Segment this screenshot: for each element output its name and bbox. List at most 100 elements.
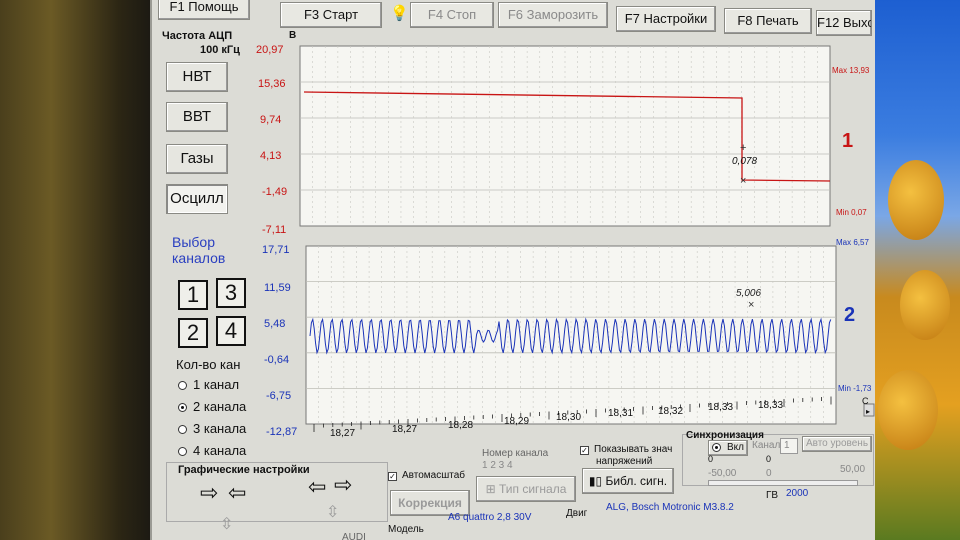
- arrow-right-icon[interactable]: ⇨: [334, 474, 352, 496]
- library-icon: ▮▯: [588, 474, 606, 488]
- year-value: 2000: [786, 488, 809, 499]
- bottom-panel: Графические настройки ⇨ ⇦ ⇦ ⇨ ⇳ ⇳ ✓ Авто…: [152, 430, 875, 540]
- arrow-up-down-icon[interactable]: ⇳: [326, 502, 339, 524]
- x-tick-label: 18,33: [758, 400, 784, 411]
- room-background: [0, 0, 170, 540]
- x-tick-label: 18,27: [392, 424, 418, 435]
- channel-button-1[interactable]: 1: [178, 280, 208, 310]
- plot2-min-label: Min -1,73: [838, 384, 872, 393]
- show-voltage-checkbox[interactable]: ✓: [580, 446, 589, 455]
- plot1-min-label: Min 0,07: [836, 208, 867, 217]
- auto-level-button[interactable]: Авто уровень: [802, 436, 872, 452]
- plots-area: В 20,97 15,36 9,74 4,13 -1,49 -7,11 17,7…: [252, 28, 875, 448]
- plot1-marker-value: 0,078: [732, 156, 758, 167]
- arrow-up-down-icon[interactable]: ⇳: [220, 514, 233, 536]
- arrow-right-icon[interactable]: ⇨: [200, 482, 218, 504]
- oscilloscope-window: F1 Помощь F3 Старт 💡 F4 Стоп F6 Заморози…: [150, 0, 875, 540]
- radio-circle: [178, 447, 187, 457]
- flower-image: [900, 270, 950, 340]
- radio-label: 2 канала: [193, 399, 247, 414]
- level-slider[interactable]: [708, 480, 858, 486]
- adc-frequency-value: 100 кГц: [200, 44, 240, 56]
- chevron-right-icon: ▸: [866, 407, 870, 416]
- x-tick-label: 18,29: [504, 416, 530, 427]
- level-min-value: -50,00: [708, 468, 737, 479]
- oscilloscope-plots[interactable]: + × × ▸: [252, 28, 875, 448]
- x-tick-label: 18,32: [658, 406, 684, 417]
- radio-label: 4 канала: [193, 443, 247, 458]
- channel-button-3[interactable]: 3: [216, 278, 246, 308]
- x-tick-label: 18,33: [708, 402, 734, 413]
- engine-value: ALG, Bosch Motronic M3.8.2: [606, 502, 734, 513]
- plot2-marker-x: ×: [748, 299, 754, 311]
- radio-circle-checked: [178, 403, 187, 413]
- graphic-settings-label: Графические настройки: [178, 464, 310, 476]
- freeze-button[interactable]: F6 Заморозить: [498, 2, 608, 28]
- model-label: Модель: [388, 524, 424, 535]
- radio-label: 3 канала: [193, 421, 247, 436]
- library-label: Библ. сигн.: [605, 474, 668, 488]
- sync-on-label: Вкл: [727, 442, 744, 453]
- autoscale-checkbox[interactable]: ✓: [388, 472, 397, 481]
- mode-button-vvt[interactable]: ВВТ: [166, 102, 228, 132]
- channel-number-label: Номер канала: [482, 448, 549, 459]
- level-mid-value: 0: [766, 468, 772, 479]
- channel-button-4[interactable]: 4: [216, 316, 246, 346]
- mode-button-nvt[interactable]: НВТ: [166, 62, 228, 92]
- sync-on-button[interactable]: Вкл: [708, 440, 748, 456]
- left-panel: Частота АЦП 100 кГц НВТ ВВТ Газы Осцилл …: [160, 30, 260, 460]
- radio-4-channels[interactable]: 4 канала: [178, 443, 246, 458]
- arrow-left-icon[interactable]: ⇦: [228, 482, 246, 504]
- level-max-value: 50,00: [840, 464, 866, 475]
- stop-button[interactable]: F4 Стоп: [410, 2, 494, 28]
- plot1-max-label: Max 13,93: [832, 66, 870, 75]
- slider-end-value: 0: [766, 454, 772, 464]
- radio-label: 1 канал: [193, 377, 240, 392]
- channel-number-digits[interactable]: 1 2 3 4: [482, 460, 513, 471]
- radio-circle-checked: [712, 442, 721, 452]
- channel-select-label-2: каналов: [172, 250, 226, 266]
- waveform-icon: ⊞: [485, 482, 499, 496]
- sync-channel-select[interactable]: 1: [780, 438, 798, 454]
- radio-circle: [178, 381, 187, 391]
- library-button[interactable]: ▮▯ Библ. сигн.: [582, 468, 674, 494]
- engine-label: Двиг: [566, 508, 588, 519]
- flower-image: [888, 160, 944, 240]
- x-tick-label: 18,28: [448, 420, 474, 431]
- bulb-icon: 💡: [390, 5, 409, 22]
- radio-3-channels[interactable]: 3 канала: [178, 421, 246, 436]
- plot2-channel-number: 2: [844, 304, 856, 326]
- channel-count-title: Кол-во кан: [176, 357, 241, 372]
- x-tick-label: 18,30: [556, 412, 582, 423]
- signal-type-button[interactable]: ⊞ Тип сигнала: [476, 476, 576, 502]
- radio-1-channel[interactable]: 1 канал: [178, 377, 239, 392]
- channel-button-2[interactable]: 2: [178, 318, 208, 348]
- adc-frequency-label: Частота АЦП: [162, 30, 233, 42]
- mode-button-gases[interactable]: Газы: [166, 144, 228, 174]
- model-value: A6 quattro 2,8 30V: [448, 512, 532, 523]
- mode-button-oscill[interactable]: Осцилл: [166, 184, 228, 214]
- start-button[interactable]: F3 Старт: [280, 2, 382, 28]
- x-tick-label: 18,31: [608, 408, 634, 419]
- flower-image: [878, 370, 938, 450]
- plot1-cursor-mark: +: [740, 142, 746, 154]
- autoscale-label: Автомасштаб: [402, 470, 466, 481]
- plot2-marker-value: 5,006: [736, 288, 762, 299]
- plot1-channel-number: 1: [842, 130, 854, 152]
- show-voltage-label: Показывать знач: [594, 444, 673, 455]
- help-button[interactable]: F1 Помощь: [158, 0, 250, 20]
- slider-start-value: 0: [708, 454, 714, 464]
- show-voltage-label-2: напряжений: [596, 456, 653, 467]
- x-axis-unit: С: [862, 396, 869, 406]
- x-tick-label: 18,27: [330, 428, 356, 439]
- year-label: ГВ: [766, 490, 779, 501]
- brand-value: AUDI: [342, 532, 366, 540]
- signal-type-label: Тип сигнала: [498, 482, 567, 496]
- plot1-marker-x: ×: [740, 175, 746, 187]
- radio-2-channels[interactable]: 2 канала: [178, 399, 246, 414]
- sync-channel-label: Канал: [752, 440, 781, 451]
- arrow-left-icon[interactable]: ⇦: [308, 476, 326, 498]
- channel-select-label: Выбор: [172, 234, 215, 250]
- plot2-max-label: Max 6,57: [836, 238, 869, 247]
- desktop-wallpaper: [870, 0, 960, 540]
